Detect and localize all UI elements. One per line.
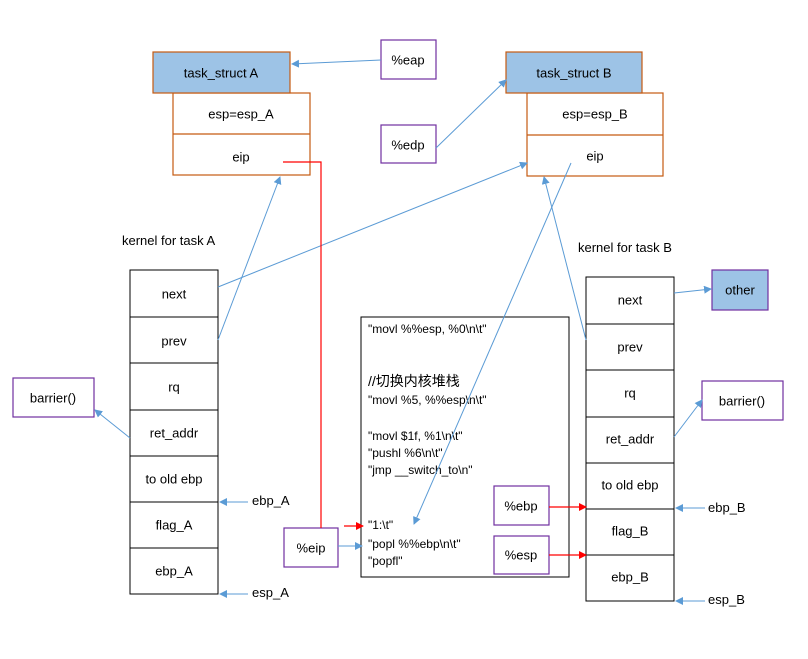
code-line: "jmp __switch_to\n"	[368, 463, 473, 477]
stack-a-label: kernel for task A	[122, 233, 216, 248]
stack-a: next prev rq ret_addr to old ebp flag_A …	[129, 269, 219, 595]
arrow-next-b-to-other	[673, 285, 712, 294]
code-comment: //切换内核堆栈	[368, 373, 460, 389]
ebp-b-label: ebp_B	[708, 500, 746, 515]
stack-a-ret-addr: ret_addr	[150, 425, 199, 440]
task-struct-b: task_struct B esp=esp_B eip	[505, 51, 664, 177]
code-line: "movl %5, %%esp\n\t"	[368, 393, 487, 407]
esp-a-label: esp_A	[252, 585, 289, 600]
ebp-register-label: %ebp	[504, 498, 537, 513]
stack-a-flag: flag_A	[156, 517, 193, 532]
stack-a-prev: prev	[161, 333, 187, 348]
arrow-edp-to-task-b	[435, 79, 507, 149]
code-line: "popfl"	[368, 554, 403, 568]
stack-b-next: next	[618, 292, 643, 307]
eap-register-label: %eap	[391, 52, 424, 67]
line-eip-a-to-eip-register	[283, 161, 322, 528]
stack-a-ebp: ebp_A	[155, 563, 193, 578]
arrow-ret-addr-a-to-barrier	[94, 409, 131, 439]
ebp-a-label: ebp_A	[252, 493, 290, 508]
stack-b-old-ebp: to old ebp	[601, 477, 658, 492]
stack-b-ebp: ebp_B	[611, 569, 649, 584]
code-line: "movl %%esp, %0\n\t"	[368, 322, 487, 336]
code-line: "pushl %6\n\t"	[368, 446, 443, 460]
edp-register-label: %edp	[391, 137, 424, 152]
task-b-esp: esp=esp_B	[562, 106, 627, 121]
barrier-b-label: barrier()	[719, 393, 765, 408]
task-b-title: task_struct B	[536, 65, 611, 80]
task-a-title: task_struct A	[184, 65, 259, 80]
arrow-ret-addr-b-to-barrier	[673, 399, 703, 438]
code-line: "1:\t"	[368, 518, 393, 532]
task-b-eip: eip	[586, 148, 603, 163]
task-switch-diagram: task_struct A esp=esp_A eip task_struct …	[12, 39, 784, 607]
task-a-esp: esp=esp_A	[208, 106, 274, 121]
stack-a-rq: rq	[168, 379, 180, 394]
esp-b-label: esp_B	[708, 592, 745, 607]
barrier-a-label: barrier()	[30, 390, 76, 405]
arrow-prev-a-to-task-a	[217, 176, 282, 341]
stack-a-old-ebp: to old ebp	[145, 471, 202, 486]
arrow-next-a-to-task-b	[217, 161, 528, 288]
eip-register-label: %eip	[297, 540, 326, 555]
task-struct-a: task_struct A esp=esp_A eip	[152, 51, 311, 176]
stack-b: next prev rq ret_addr to old ebp flag_B …	[585, 276, 675, 602]
task-a-eip: eip	[232, 149, 249, 164]
other-label: other	[725, 282, 755, 297]
arrow-eap-to-task-a	[291, 59, 382, 68]
stack-b-rq: rq	[624, 385, 636, 400]
stack-b-flag: flag_B	[612, 523, 649, 538]
stack-b-label: kernel for task B	[578, 240, 672, 255]
stack-b-ret-addr: ret_addr	[606, 431, 655, 446]
code-line: "popl %%ebp\n\t"	[368, 537, 461, 551]
stack-b-prev: prev	[617, 339, 643, 354]
arrow-prev-b-to-task-b	[541, 176, 587, 341]
code-line: "movl $1f, %1\n\t"	[368, 429, 463, 443]
esp-register-label: %esp	[505, 547, 538, 562]
stack-a-next: next	[162, 286, 187, 301]
